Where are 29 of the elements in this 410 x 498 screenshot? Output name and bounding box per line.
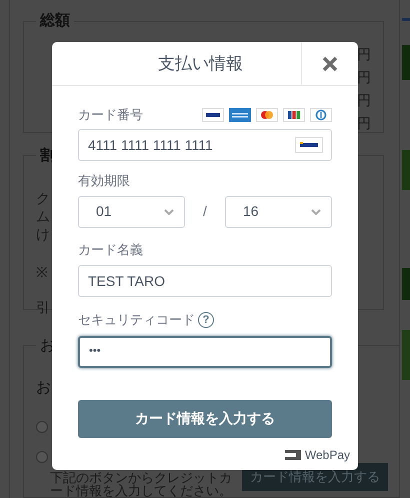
body-text: ※ xyxy=(36,263,48,281)
submit-button[interactable]: カード情報を入力する xyxy=(78,400,332,438)
dialog-title: 支払い情報 xyxy=(157,52,244,75)
radio-button[interactable] xyxy=(36,450,48,462)
chevron-down-icon xyxy=(311,208,321,214)
radio-button[interactable] xyxy=(36,420,48,432)
card-brand-icon xyxy=(283,108,305,122)
year-select[interactable]: 16 xyxy=(225,196,332,228)
field-label: セキュリティコード xyxy=(78,311,195,329)
card-brand-icon xyxy=(310,108,332,122)
section-legend: 総額 xyxy=(36,10,74,32)
help-button[interactable]: ? xyxy=(198,312,214,328)
month-select[interactable]: 01 xyxy=(78,196,185,228)
card-brand-icon xyxy=(256,108,278,122)
close-icon xyxy=(322,56,338,72)
cardholder-name-field[interactable]: TEST TARO xyxy=(78,265,332,297)
subheading: お xyxy=(36,378,51,398)
brand-logo-icon xyxy=(284,450,301,460)
brand-name: WebPay xyxy=(304,446,350,464)
date-separator: / xyxy=(202,202,208,221)
security-code-field[interactable]: ••• xyxy=(78,336,332,368)
card-brand-icon xyxy=(229,108,251,122)
chevron-down-icon xyxy=(164,208,174,214)
card-brand-icon xyxy=(202,108,224,122)
field-label: 有効期限 xyxy=(78,172,130,190)
card-brand-icon xyxy=(295,137,323,153)
field-label: カード名義 xyxy=(78,240,143,258)
card-number-field[interactable]: 4111 1111 1111 1111 xyxy=(78,129,332,161)
field-label: カード番号 xyxy=(78,106,143,124)
